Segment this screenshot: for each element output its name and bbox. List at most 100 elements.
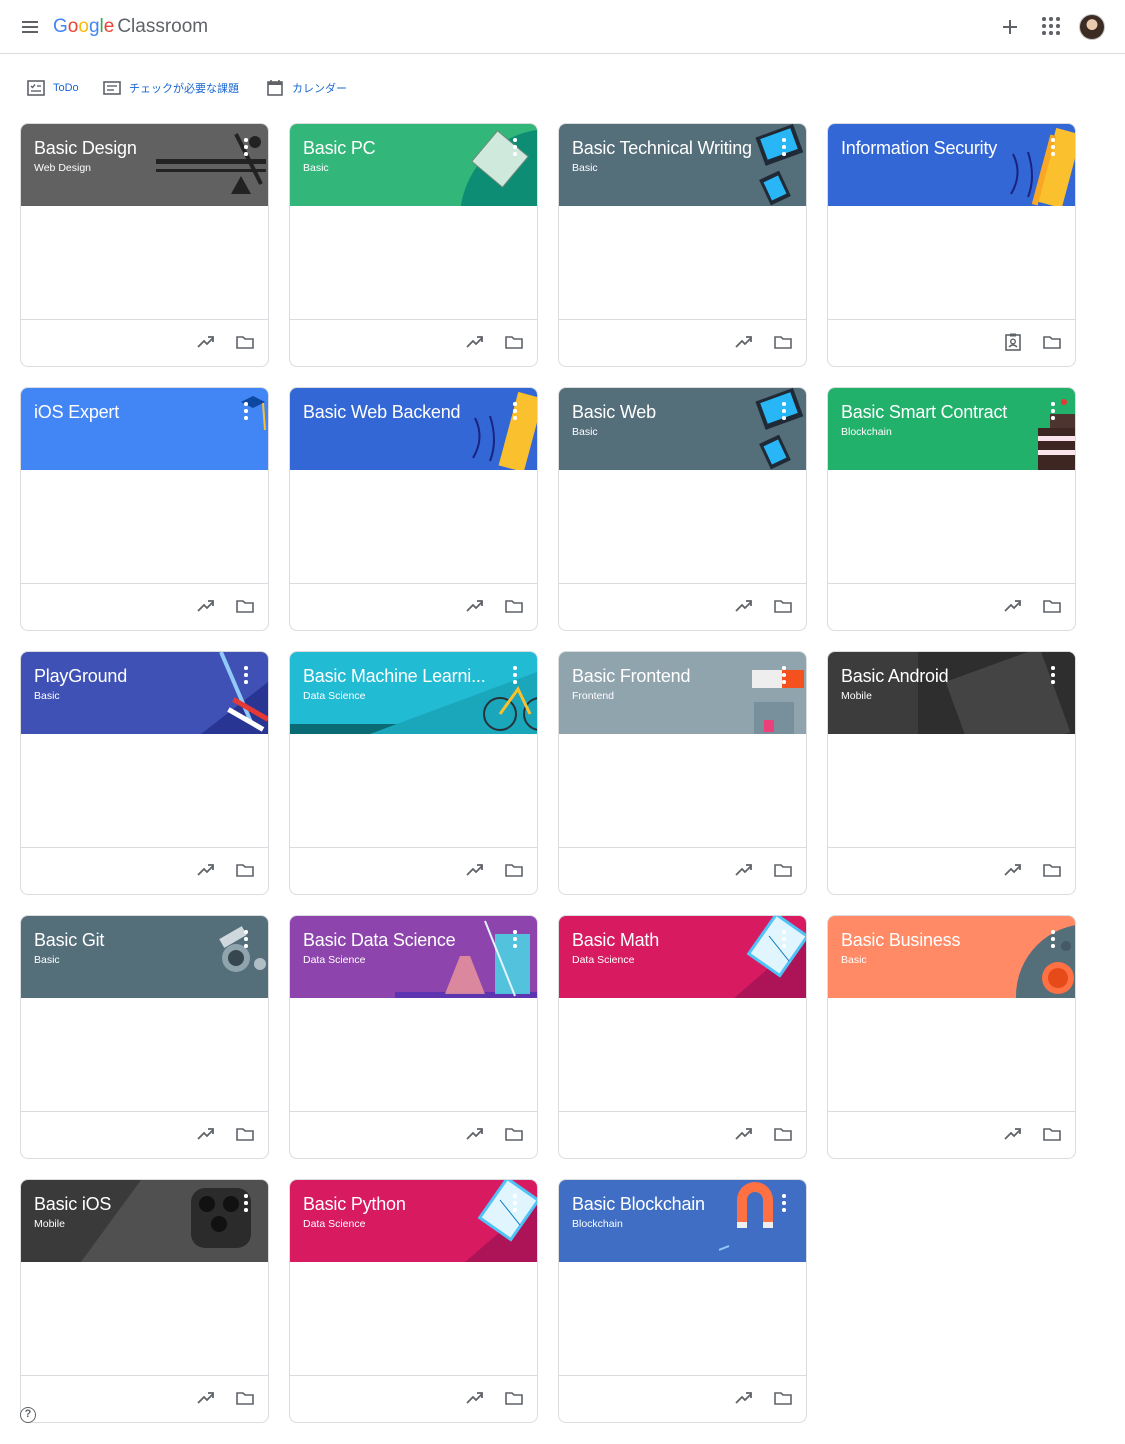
class-card-header[interactable]: iOS Expert bbox=[21, 388, 268, 470]
class-card[interactable]: Basic Git Basic bbox=[20, 915, 269, 1159]
folder-icon[interactable] bbox=[235, 1124, 255, 1144]
trending-up-icon[interactable] bbox=[465, 332, 485, 352]
google-classroom-logo[interactable]: Google Classroom bbox=[53, 15, 208, 39]
folder-icon[interactable] bbox=[235, 860, 255, 880]
more-vert-icon[interactable] bbox=[780, 1194, 788, 1212]
folder-icon[interactable] bbox=[235, 596, 255, 616]
folder-icon[interactable] bbox=[1042, 1124, 1062, 1144]
add-class-button[interactable] bbox=[997, 14, 1023, 40]
folder-icon[interactable] bbox=[773, 1388, 793, 1408]
trending-up-icon[interactable] bbox=[196, 860, 216, 880]
class-card-header[interactable]: Information Security bbox=[828, 124, 1075, 206]
class-card-header[interactable]: Basic PC Basic bbox=[290, 124, 537, 206]
class-title[interactable]: Basic Python bbox=[303, 1192, 513, 1216]
more-vert-icon[interactable] bbox=[242, 402, 250, 420]
class-card[interactable]: Basic Smart Contract Blockchain bbox=[827, 387, 1076, 631]
more-vert-icon[interactable] bbox=[1049, 402, 1057, 420]
class-title[interactable]: Basic Data Science bbox=[303, 928, 513, 952]
class-card[interactable]: Basic Business Basic bbox=[827, 915, 1076, 1159]
main-menu-button[interactable] bbox=[18, 15, 42, 39]
class-card[interactable]: Basic Frontend Frontend bbox=[558, 651, 807, 895]
class-card[interactable]: Basic Python Data Science bbox=[289, 1179, 538, 1423]
more-vert-icon[interactable] bbox=[511, 1194, 519, 1212]
trending-up-icon[interactable] bbox=[196, 1124, 216, 1144]
more-vert-icon[interactable] bbox=[242, 1194, 250, 1212]
more-vert-icon[interactable] bbox=[511, 138, 519, 156]
class-card[interactable]: Basic Web Basic bbox=[558, 387, 807, 631]
class-card[interactable]: Basic Design Web Design bbox=[20, 123, 269, 367]
class-card[interactable]: Basic PC Basic bbox=[289, 123, 538, 367]
trending-up-icon[interactable] bbox=[1003, 1124, 1023, 1144]
help-button[interactable]: ? bbox=[20, 1407, 36, 1423]
folder-icon[interactable] bbox=[773, 860, 793, 880]
class-title[interactable]: Basic Machine Learni... bbox=[303, 664, 513, 688]
more-vert-icon[interactable] bbox=[780, 666, 788, 684]
folder-icon[interactable] bbox=[504, 1388, 524, 1408]
class-card-header[interactable]: Basic Math Data Science bbox=[559, 916, 806, 998]
trending-up-icon[interactable] bbox=[734, 596, 754, 616]
trending-up-icon[interactable] bbox=[734, 1388, 754, 1408]
class-title[interactable]: Basic Web Backend bbox=[303, 400, 513, 424]
more-vert-icon[interactable] bbox=[1049, 930, 1057, 948]
class-title[interactable]: Basic PC bbox=[303, 136, 513, 160]
calendar-link[interactable]: カレンダー bbox=[266, 76, 347, 100]
class-card-header[interactable]: Basic iOS Mobile bbox=[21, 1180, 268, 1262]
class-card-header[interactable]: Basic Git Basic bbox=[21, 916, 268, 998]
trending-up-icon[interactable] bbox=[465, 1124, 485, 1144]
class-card[interactable]: Basic Machine Learni... Data Science bbox=[289, 651, 538, 895]
class-title[interactable]: Basic Smart Contract bbox=[841, 400, 1051, 424]
class-title[interactable]: iOS Expert bbox=[34, 400, 244, 424]
class-title[interactable]: Basic Technical Writing bbox=[572, 136, 782, 160]
folder-icon[interactable] bbox=[1042, 596, 1062, 616]
trending-up-icon[interactable] bbox=[734, 332, 754, 352]
class-card[interactable]: Basic Data Science Data Science bbox=[289, 915, 538, 1159]
folder-icon[interactable] bbox=[504, 1124, 524, 1144]
folder-icon[interactable] bbox=[1042, 860, 1062, 880]
more-vert-icon[interactable] bbox=[1049, 138, 1057, 156]
more-vert-icon[interactable] bbox=[242, 930, 250, 948]
folder-icon[interactable] bbox=[235, 1388, 255, 1408]
class-card-header[interactable]: Basic Business Basic bbox=[828, 916, 1075, 998]
assignment-ind-icon[interactable] bbox=[1003, 332, 1023, 352]
class-card[interactable]: Basic Technical Writing Basic bbox=[558, 123, 807, 367]
class-title[interactable]: Basic Web bbox=[572, 400, 782, 424]
class-title[interactable]: Basic Blockchain bbox=[572, 1192, 782, 1216]
more-vert-icon[interactable] bbox=[511, 402, 519, 420]
class-title[interactable]: Basic Android bbox=[841, 664, 1051, 688]
more-vert-icon[interactable] bbox=[511, 666, 519, 684]
account-avatar[interactable] bbox=[1079, 14, 1105, 40]
class-card[interactable]: Basic Math Data Science bbox=[558, 915, 807, 1159]
class-card-header[interactable]: Basic Machine Learni... Data Science bbox=[290, 652, 537, 734]
more-vert-icon[interactable] bbox=[780, 402, 788, 420]
more-vert-icon[interactable] bbox=[780, 138, 788, 156]
more-vert-icon[interactable] bbox=[1049, 666, 1057, 684]
class-card[interactable]: iOS Expert bbox=[20, 387, 269, 631]
class-title[interactable]: Basic Frontend bbox=[572, 664, 782, 688]
class-card[interactable]: Basic Web Backend bbox=[289, 387, 538, 631]
class-card-header[interactable]: Basic Smart Contract Blockchain bbox=[828, 388, 1075, 470]
class-card-header[interactable]: Basic Android Mobile bbox=[828, 652, 1075, 734]
class-title[interactable]: Basic Business bbox=[841, 928, 1051, 952]
folder-icon[interactable] bbox=[235, 332, 255, 352]
trending-up-icon[interactable] bbox=[465, 860, 485, 880]
class-card-header[interactable]: Basic Web Backend bbox=[290, 388, 537, 470]
folder-icon[interactable] bbox=[504, 332, 524, 352]
class-card[interactable]: Basic iOS Mobile bbox=[20, 1179, 269, 1423]
class-card[interactable]: Basic Android Mobile bbox=[827, 651, 1076, 895]
folder-icon[interactable] bbox=[504, 596, 524, 616]
class-card-header[interactable]: Basic Web Basic bbox=[559, 388, 806, 470]
trending-up-icon[interactable] bbox=[734, 1124, 754, 1144]
class-title[interactable]: Information Security bbox=[841, 136, 1051, 160]
google-apps-button[interactable] bbox=[1042, 17, 1062, 37]
folder-icon[interactable] bbox=[773, 596, 793, 616]
class-card-header[interactable]: Basic Frontend Frontend bbox=[559, 652, 806, 734]
class-card-header[interactable]: PlayGround Basic bbox=[21, 652, 268, 734]
more-vert-icon[interactable] bbox=[511, 930, 519, 948]
class-card-header[interactable]: Basic Design Web Design bbox=[21, 124, 268, 206]
class-card-header[interactable]: Basic Data Science Data Science bbox=[290, 916, 537, 998]
folder-icon[interactable] bbox=[773, 1124, 793, 1144]
trending-up-icon[interactable] bbox=[1003, 596, 1023, 616]
class-card-header[interactable]: Basic Python Data Science bbox=[290, 1180, 537, 1262]
class-title[interactable]: Basic Git bbox=[34, 928, 244, 952]
trending-up-icon[interactable] bbox=[196, 596, 216, 616]
